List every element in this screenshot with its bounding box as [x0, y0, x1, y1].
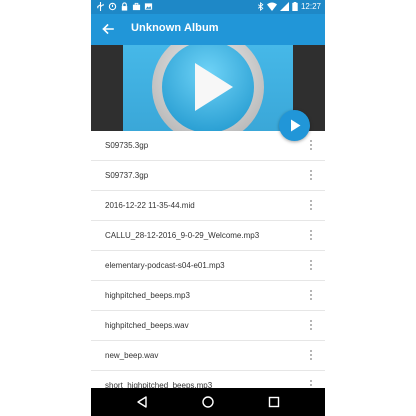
track-title: S09737.3gp — [105, 171, 149, 180]
list-item[interactable]: elementary-podcast-s04-e01.mp3 — [91, 251, 325, 281]
more-vert-icon — [308, 200, 314, 210]
battery-icon — [292, 2, 298, 12]
status-bar: 12:27 — [91, 0, 325, 14]
back-button[interactable] — [99, 20, 117, 38]
status-system: 12:27 — [257, 1, 321, 12]
more-options-button[interactable] — [308, 289, 314, 303]
usb-icon — [96, 2, 105, 11]
nav-home-icon — [201, 396, 215, 413]
list-item[interactable]: CALLU_28-12-2016_9-0-29_Welcome.mp3 — [91, 221, 325, 251]
track-title: highpitched_beeps.mp3 — [105, 291, 190, 300]
track-title: new_beep.wav — [105, 351, 159, 360]
list-item[interactable]: highpitched_beeps.wav — [91, 311, 325, 341]
track-title: S09735.3gp — [105, 141, 149, 150]
nav-back-icon — [135, 396, 149, 413]
list-item[interactable]: new_beep.wav — [91, 341, 325, 371]
nav-home-button[interactable] — [201, 395, 215, 409]
sync-icon — [108, 2, 117, 11]
list-item[interactable]: S09737.3gp — [91, 161, 325, 191]
system-nav-bar — [91, 388, 325, 416]
play-icon — [279, 119, 310, 145]
briefcase-icon — [132, 2, 141, 11]
more-options-button[interactable] — [308, 319, 314, 333]
more-options-button[interactable] — [308, 199, 314, 213]
more-vert-icon — [308, 230, 314, 240]
lock-icon — [120, 2, 129, 11]
play-all-button[interactable] — [279, 110, 310, 141]
more-options-button[interactable] — [308, 169, 314, 183]
nav-recents-button[interactable] — [267, 395, 281, 409]
signal-icon — [279, 2, 289, 11]
more-options-button[interactable] — [308, 259, 314, 273]
app-bar: Unknown Album — [91, 14, 325, 45]
track-list: S09735.3gp S09737.3gp 2016-12-22 11-35-4… — [91, 131, 325, 401]
nav-back-button[interactable] — [135, 395, 149, 409]
page-title: Unknown Album — [131, 22, 219, 34]
track-title: CALLU_28-12-2016_9-0-29_Welcome.mp3 — [105, 231, 260, 240]
album-art-image — [123, 45, 293, 131]
more-vert-icon — [308, 170, 314, 180]
more-options-button[interactable] — [308, 229, 314, 243]
bluetooth-icon — [257, 1, 264, 12]
track-title: highpitched_beeps.wav — [105, 321, 189, 330]
status-time: 12:27 — [300, 2, 321, 11]
track-title: 2016-12-22 11-35-44.mid — [105, 201, 195, 210]
more-vert-icon — [308, 350, 314, 360]
status-notifications — [96, 2, 153, 11]
image-icon — [144, 2, 153, 11]
play-icon — [123, 45, 293, 131]
more-vert-icon — [308, 290, 314, 300]
list-item[interactable]: 2016-12-22 11-35-44.mid — [91, 191, 325, 221]
more-options-button[interactable] — [308, 349, 314, 363]
more-vert-icon — [308, 260, 314, 270]
phone-screen: 12:27 Unknown Album S09735.3gp S09737.3g… — [91, 0, 325, 416]
track-title: elementary-podcast-s04-e01.mp3 — [105, 261, 225, 270]
arrow-back-icon — [99, 23, 117, 42]
more-vert-icon — [308, 320, 314, 330]
list-item[interactable]: highpitched_beeps.mp3 — [91, 281, 325, 311]
wifi-icon — [266, 2, 277, 11]
nav-recents-icon — [267, 396, 281, 413]
